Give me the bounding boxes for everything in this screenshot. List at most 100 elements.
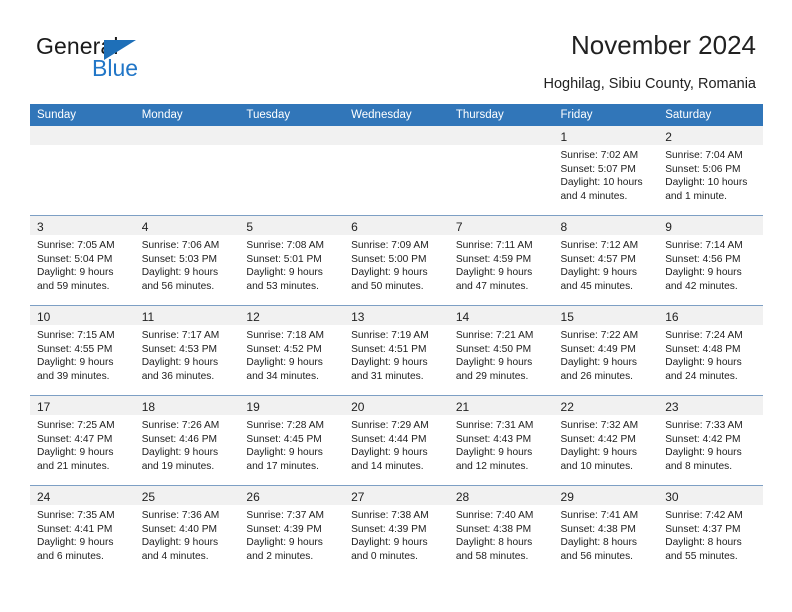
calendar-day-cell[interactable]	[344, 126, 449, 216]
sunset-time: Sunset: 5:06 PM	[665, 163, 741, 175]
daylight-duration-line2: and 36 minutes.	[141, 370, 215, 382]
sunset-time: Sunset: 5:04 PM	[37, 253, 113, 265]
daylight-duration-line2: and 45 minutes.	[560, 280, 634, 292]
calendar-day-cell[interactable]: 12 Sunrise: 7:18 AM Sunset: 4:52 PM Dayligh…	[239, 305, 345, 396]
day-details	[449, 145, 554, 149]
day-number: 21	[455, 400, 470, 414]
calendar-day-cell[interactable]: 2 Sunrise: 7:04 AM Sunset: 5:06 PM Daylight…	[658, 126, 763, 216]
calendar-day-cell[interactable]: 29 Sunrise: 7:41 AM Sunset: 4:38 PM Dayligh…	[553, 485, 659, 575]
day-number: 17	[37, 400, 51, 414]
calendar-day-cell[interactable]: 28 Sunrise: 7:40 AM Sunset: 4:38 PM Dayligh…	[448, 485, 554, 575]
day-number-band: 2	[658, 126, 763, 145]
sunset-time: Sunset: 4:39 PM	[351, 523, 427, 535]
daylight-duration-line2: and 6 minutes.	[37, 550, 104, 562]
general-blue-logo[interactable]: General Blue	[36, 33, 216, 85]
daylight-duration-line2: and 4 minutes.	[141, 550, 209, 562]
calendar-day-cell[interactable]	[239, 126, 345, 216]
sunrise-time: Sunrise: 7:14 AM	[665, 240, 743, 251]
sunrise-time: Sunrise: 7:17 AM	[141, 330, 220, 341]
calendar-day-cell[interactable]: 17 Sunrise: 7:25 AM Sunset: 4:47 PM Dayligh…	[30, 395, 135, 486]
daylight-duration-line2: and 8 minutes.	[665, 460, 733, 472]
day-number: 7	[455, 220, 463, 234]
calendar-day-cell[interactable]	[134, 126, 240, 216]
daylight-duration-line2: and 19 minutes.	[141, 460, 215, 472]
calendar-week-row: 24 Sunrise: 7:35 AM Sunset: 4:41 PM Dayligh…	[30, 485, 763, 575]
daylight-duration-line1: Daylight: 8 hours	[665, 537, 742, 548]
day-number: 24	[37, 490, 51, 504]
daylight-duration-line1: Daylight: 9 hours	[37, 357, 114, 368]
calendar-day-cell[interactable]: 16 Sunrise: 7:24 AM Sunset: 4:48 PM Dayligh…	[658, 305, 763, 396]
sunset-time: Sunset: 5:01 PM	[246, 253, 322, 265]
day-cell-inner: 2 Sunrise: 7:04 AM Sunset: 5:06 PM Daylight…	[658, 126, 763, 215]
day-cell-inner: 24 Sunrise: 7:35 AM Sunset: 4:41 PM Dayligh…	[30, 486, 135, 575]
daylight-duration-line2: and 14 minutes.	[351, 460, 424, 472]
day-cell-inner: 9 Sunrise: 7:14 AM Sunset: 4:56 PM Daylight…	[658, 216, 763, 305]
calendar-day-cell[interactable]: 8 Sunrise: 7:12 AM Sunset: 4:57 PM Daylight…	[553, 215, 659, 306]
calendar-day-cell[interactable]: 24 Sunrise: 7:35 AM Sunset: 4:41 PM Dayligh…	[30, 485, 135, 575]
day-number: 16	[665, 310, 679, 324]
day-cell-inner: 29 Sunrise: 7:41 AM Sunset: 4:38 PM Dayligh…	[553, 486, 659, 575]
day-number: 18	[141, 400, 156, 414]
calendar-day-cell[interactable]	[30, 126, 135, 216]
calendar-day-cell[interactable]: 13 Sunrise: 7:19 AM Sunset: 4:51 PM Dayligh…	[344, 305, 449, 396]
calendar-day-cell[interactable]: 30 Sunrise: 7:42 AM Sunset: 4:37 PM Dayligh…	[658, 485, 763, 575]
daylight-duration-line1: Daylight: 9 hours	[665, 357, 742, 368]
weekday-header-monday: Monday	[134, 104, 240, 126]
day-number-band: 9	[658, 216, 763, 235]
calendar-day-cell[interactable]: 23 Sunrise: 7:33 AM Sunset: 4:42 PM Dayligh…	[658, 395, 763, 486]
daylight-duration-line1: Daylight: 9 hours	[351, 267, 428, 278]
calendar-day-cell[interactable]: 15 Sunrise: 7:22 AM Sunset: 4:49 PM Dayligh…	[553, 305, 659, 396]
daylight-duration-line1: Daylight: 9 hours	[560, 267, 637, 278]
calendar-day-cell[interactable]: 18 Sunrise: 7:26 AM Sunset: 4:46 PM Dayligh…	[134, 395, 240, 486]
day-cell-inner: 20 Sunrise: 7:29 AM Sunset: 4:44 PM Dayligh…	[344, 396, 449, 485]
day-details: Sunrise: 7:31 AM Sunset: 4:43 PM Daylight:…	[449, 415, 554, 473]
sunrise-time: Sunrise: 7:41 AM	[560, 510, 639, 521]
day-number: 6	[351, 220, 358, 234]
day-cell-inner: 30 Sunrise: 7:42 AM Sunset: 4:37 PM Dayligh…	[658, 486, 763, 575]
daylight-duration-line2: and 39 minutes.	[37, 370, 110, 382]
day-details	[344, 145, 449, 149]
calendar-day-cell[interactable]: 11 Sunrise: 7:17 AM Sunset: 4:53 PM Dayligh…	[134, 305, 240, 396]
daylight-duration-line1: Daylight: 9 hours	[560, 447, 637, 458]
daylight-duration-line1: Daylight: 9 hours	[246, 537, 323, 548]
daylight-duration-line2: and 24 minutes.	[665, 370, 738, 382]
sunrise-time: Sunrise: 7:06 AM	[141, 240, 220, 251]
daylight-duration-line2: and 58 minutes.	[455, 550, 529, 562]
day-number: 5	[246, 220, 254, 234]
calendar-day-cell[interactable]: 21 Sunrise: 7:31 AM Sunset: 4:43 PM Dayligh…	[448, 395, 554, 486]
calendar-header-row: Sunday Monday Tuesday Wednesday Thursday…	[30, 104, 763, 126]
calendar-day-cell[interactable]: 25 Sunrise: 7:36 AM Sunset: 4:40 PM Dayligh…	[134, 485, 240, 575]
day-number: 26	[246, 490, 260, 504]
calendar-day-cell[interactable]: 7 Sunrise: 7:11 AM Sunset: 4:59 PM Daylight…	[448, 215, 554, 306]
daylight-duration-line2: and 0 minutes.	[351, 550, 418, 562]
calendar-day-cell[interactable]: 5 Sunrise: 7:08 AM Sunset: 5:01 PM Daylight…	[239, 215, 345, 306]
calendar-day-cell[interactable]: 10 Sunrise: 7:15 AM Sunset: 4:55 PM Dayligh…	[30, 305, 135, 396]
sunrise-time: Sunrise: 7:21 AM	[455, 330, 534, 341]
day-number: 1	[560, 130, 568, 144]
day-number-band: 1	[553, 126, 659, 145]
day-number-band	[134, 126, 240, 145]
day-number-band: 20	[344, 396, 449, 415]
daylight-duration-line1: Daylight: 9 hours	[141, 537, 219, 548]
calendar-day-cell[interactable]: 26 Sunrise: 7:37 AM Sunset: 4:39 PM Dayligh…	[239, 485, 345, 575]
daylight-duration-line1: Daylight: 9 hours	[37, 537, 114, 548]
calendar-day-cell[interactable]: 6 Sunrise: 7:09 AM Sunset: 5:00 PM Daylight…	[344, 215, 449, 306]
calendar-day-cell[interactable]: 27 Sunrise: 7:38 AM Sunset: 4:39 PM Dayligh…	[344, 485, 449, 575]
daylight-duration-line1: Daylight: 9 hours	[246, 357, 323, 368]
calendar-day-cell[interactable]: 19 Sunrise: 7:28 AM Sunset: 4:45 PM Dayligh…	[239, 395, 345, 486]
calendar-day-cell[interactable]: 4 Sunrise: 7:06 AM Sunset: 5:03 PM Daylight…	[134, 215, 240, 306]
calendar-day-cell[interactable]: 1 Sunrise: 7:02 AM Sunset: 5:07 PM Daylight…	[553, 126, 659, 216]
calendar-day-cell[interactable]	[448, 126, 554, 216]
day-cell-inner: 13 Sunrise: 7:19 AM Sunset: 4:51 PM Dayligh…	[344, 306, 449, 395]
weekday-header-thursday: Thursday	[448, 104, 554, 126]
calendar-day-cell[interactable]: 3 Sunrise: 7:05 AM Sunset: 5:04 PM Daylight…	[30, 215, 135, 306]
day-details: Sunrise: 7:40 AM Sunset: 4:38 PM Daylight:…	[449, 505, 554, 563]
day-cell-inner: 15 Sunrise: 7:22 AM Sunset: 4:49 PM Dayligh…	[553, 306, 659, 395]
calendar-day-cell[interactable]: 20 Sunrise: 7:29 AM Sunset: 4:44 PM Dayligh…	[344, 395, 449, 486]
day-number-band: 8	[553, 216, 659, 235]
day-number-band	[30, 126, 135, 145]
calendar-day-cell[interactable]: 14 Sunrise: 7:21 AM Sunset: 4:50 PM Dayligh…	[448, 305, 554, 396]
calendar-day-cell[interactable]: 9 Sunrise: 7:14 AM Sunset: 4:56 PM Daylight…	[658, 215, 763, 306]
day-number-band	[239, 126, 345, 145]
calendar-day-cell[interactable]: 22 Sunrise: 7:32 AM Sunset: 4:42 PM Dayligh…	[553, 395, 659, 486]
